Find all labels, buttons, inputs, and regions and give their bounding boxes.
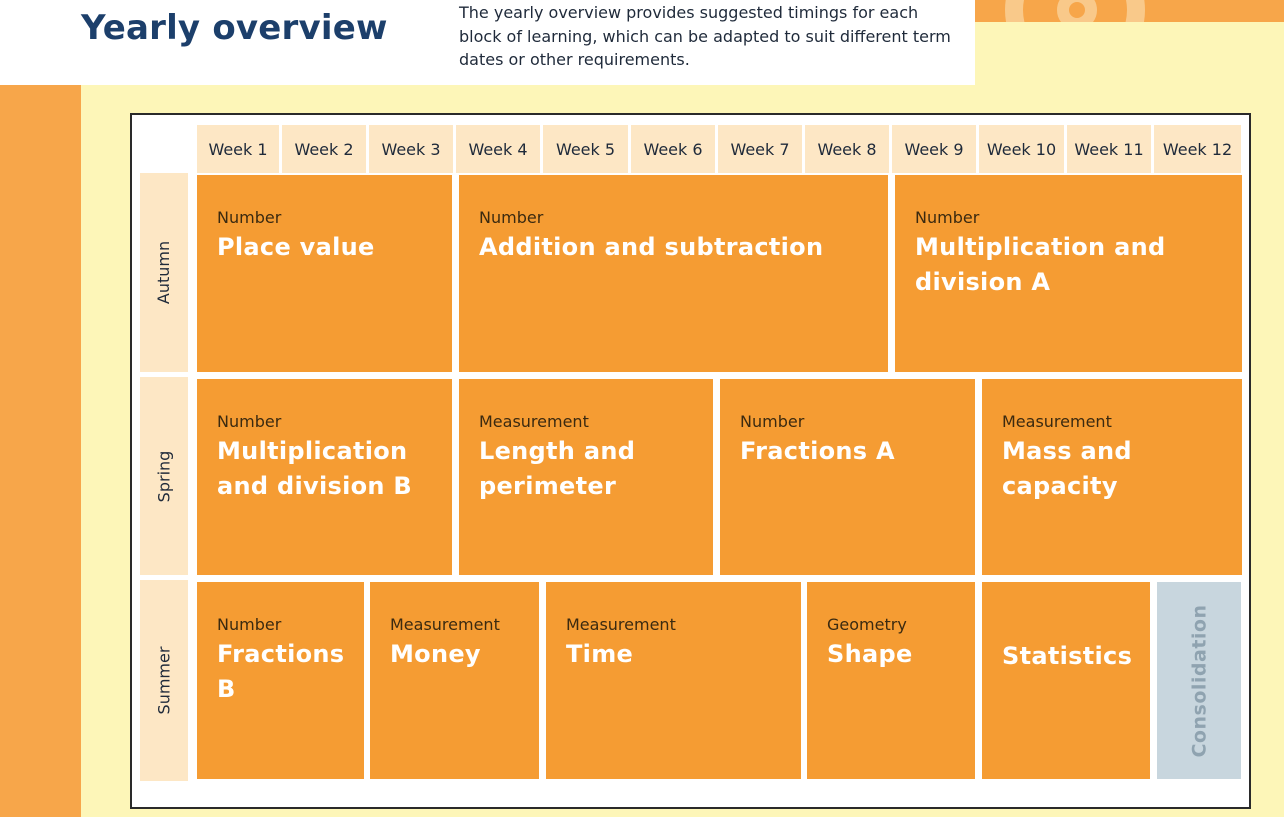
week-header: Week 12 [1154, 125, 1241, 173]
block-time[interactable]: Measurement Time [546, 582, 801, 779]
block-category: Number [217, 412, 282, 431]
left-decorative-stripe [0, 85, 81, 817]
block-title: Statistics [1002, 642, 1133, 670]
block-title: Money [390, 640, 481, 668]
week-header: Week 11 [1067, 125, 1151, 173]
block-category: Measurement [479, 412, 589, 431]
block-addition-and-subtraction[interactable]: Number Addition and subtraction [459, 175, 888, 372]
week-header: Week 4 [456, 125, 540, 173]
block-fractions-a[interactable]: Number Fractions A [720, 379, 975, 575]
block-title: Place value [217, 233, 375, 261]
term-label-autumn: Autumn [140, 173, 188, 372]
intro-text: The yearly overview provides suggested t… [459, 3, 951, 69]
week-header: Week 3 [369, 125, 453, 173]
term-label-spring: Spring [140, 377, 188, 575]
block-title: Mass and capacity [1002, 437, 1132, 500]
block-category: Number [915, 208, 980, 227]
week-header: Week 10 [979, 125, 1064, 173]
week-header: Week 5 [543, 125, 628, 173]
week-header: Week 7 [718, 125, 802, 173]
block-category: Measurement [1002, 412, 1112, 431]
block-fractions-b[interactable]: Number Fractions B [197, 582, 364, 779]
week-header: Week 8 [805, 125, 889, 173]
swirl-decoration-inner [1057, 0, 1097, 22]
block-category: Measurement [390, 615, 500, 634]
block-category: Number [217, 208, 282, 227]
page-title: Yearly overview [81, 8, 388, 48]
block-multiplication-and-division-b[interactable]: Number Multiplication and division B [197, 379, 452, 575]
week-header: Week 9 [892, 125, 976, 173]
week-header: Week 6 [631, 125, 715, 173]
block-category: Number [217, 615, 282, 634]
block-category: Number [740, 412, 805, 431]
block-place-value[interactable]: Number Place value [197, 175, 452, 372]
term-label-summer: Summer [140, 580, 188, 781]
block-title: Multiplication and division A [915, 233, 1166, 296]
block-title: Consolidation [1188, 603, 1211, 758]
block-shape[interactable]: Geometry Shape [807, 582, 975, 779]
top-right-decoration [975, 0, 1284, 22]
week-header: Week 2 [282, 125, 366, 173]
block-title: Shape [827, 640, 913, 668]
block-multiplication-and-division-a[interactable]: Number Multiplication and division A [895, 175, 1242, 372]
block-category: Number [479, 208, 544, 227]
block-title: Time [566, 640, 634, 668]
block-money[interactable]: Measurement Money [370, 582, 539, 779]
block-title: Addition and subtraction [479, 233, 824, 261]
block-title: Multiplication and division B [217, 437, 413, 500]
block-statistics[interactable]: Statistics [982, 582, 1150, 779]
block-length-and-perimeter[interactable]: Measurement Length and perimeter [459, 379, 713, 575]
block-consolidation[interactable]: Consolidation [1157, 582, 1241, 779]
block-title: Fractions B [217, 640, 345, 703]
week-header: Week 1 [197, 125, 279, 173]
block-mass-and-capacity[interactable]: Measurement Mass and capacity [982, 379, 1242, 575]
block-title: Fractions A [740, 437, 895, 465]
block-category: Geometry [827, 615, 907, 634]
block-title: Length and perimeter [479, 437, 636, 500]
block-category: Measurement [566, 615, 676, 634]
